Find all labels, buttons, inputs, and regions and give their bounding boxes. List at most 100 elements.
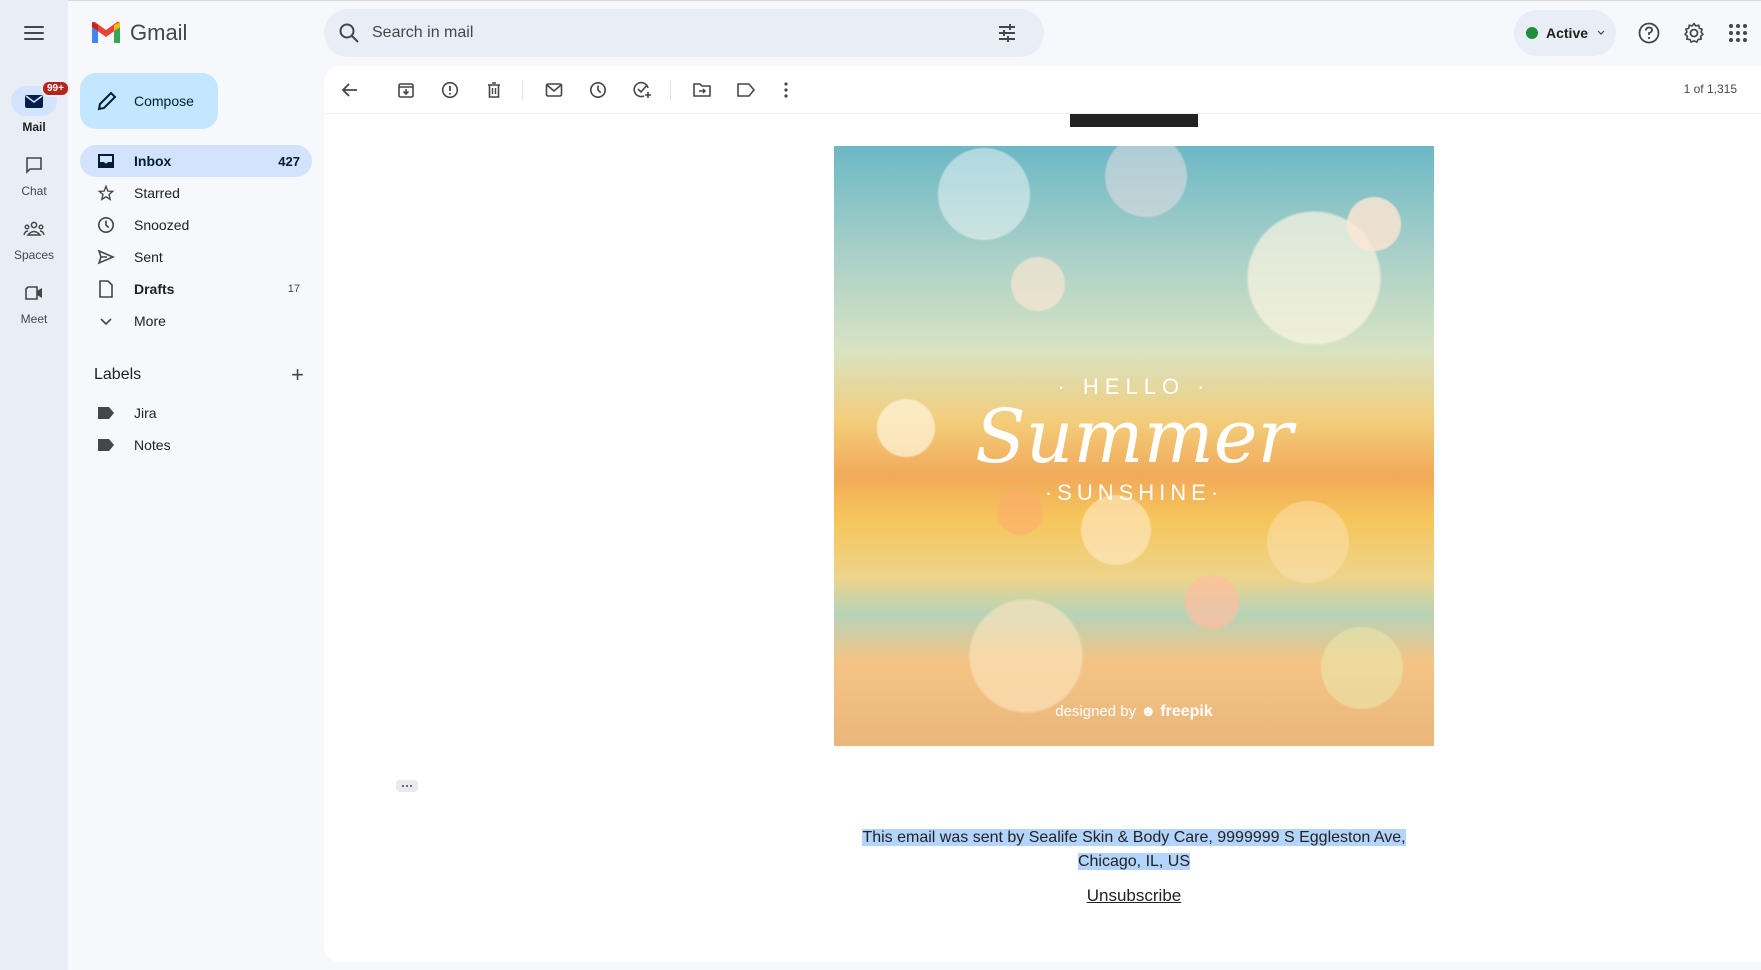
draft-icon — [99, 280, 113, 298]
move-folder-icon — [693, 83, 711, 97]
hero-credit: designed by ☻ freepik — [834, 703, 1434, 721]
search-icon[interactable] — [338, 22, 360, 44]
create-label-button[interactable]: + — [291, 364, 304, 386]
nav-item-inbox[interactable]: Inbox 427 — [80, 145, 312, 177]
nav-label-drafts: Drafts — [134, 281, 175, 297]
chevron-down-icon — [1597, 30, 1605, 35]
report-spam-button[interactable] — [438, 78, 462, 102]
nav-item-starred[interactable]: Starred — [80, 177, 312, 209]
message-view: 1 of 1,315 · HELLO · Summer ·SUNSHINE· d… — [324, 66, 1761, 962]
back-button[interactable] — [338, 78, 362, 102]
toolbar-divider — [522, 80, 523, 100]
star-icon — [97, 184, 115, 201]
spam-icon — [441, 81, 459, 99]
chat-icon — [26, 157, 42, 174]
drafts-count: 17 — [287, 283, 300, 295]
gmail-m-icon — [92, 21, 120, 43]
nav-item-drafts[interactable]: Drafts 17 — [80, 273, 312, 305]
archive-button[interactable] — [394, 78, 418, 102]
hero-sunshine-text: ·SUNSHINE· — [1044, 480, 1224, 505]
email-hero-image: · HELLO · Summer ·SUNSHINE· designed by … — [834, 146, 1434, 746]
arrow-left-icon — [341, 83, 357, 97]
freepik-logo-icon: ☻ — [1140, 703, 1157, 720]
pencil-icon — [97, 91, 117, 111]
rail-label-meet: Meet — [20, 312, 48, 326]
clock-icon — [589, 81, 607, 99]
window-top-border — [0, 0, 1761, 1]
settings-button[interactable] — [1680, 19, 1708, 47]
status-dot — [1526, 27, 1538, 39]
snooze-button[interactable] — [586, 78, 610, 102]
rail-label-mail: Mail — [22, 120, 46, 134]
app-rail: 99+ Mail Chat Spaces Meet — [0, 0, 70, 970]
labels-title: Labels — [94, 366, 142, 383]
help-icon — [1638, 22, 1660, 44]
unsubscribe-link[interactable]: Unsubscribe — [1087, 886, 1182, 905]
compose-button[interactable]: Compose — [80, 73, 218, 129]
help-button[interactable] — [1635, 19, 1663, 47]
inbox-count: 427 — [278, 153, 300, 169]
label-icon — [737, 83, 756, 97]
meet-icon — [25, 286, 42, 300]
more-vert-icon — [784, 82, 788, 98]
label-item-jira[interactable]: Jira — [80, 397, 312, 429]
nav-item-more[interactable]: More — [80, 305, 312, 337]
delete-button[interactable] — [482, 78, 506, 102]
archive-icon — [398, 83, 414, 98]
spaces-icon — [23, 221, 45, 236]
unsubscribe-container: Unsubscribe — [834, 886, 1434, 906]
search-input[interactable] — [372, 24, 996, 42]
status-label: Active — [1546, 25, 1589, 41]
footer-address-line1: This email was sent by Sealife Skin & Bo… — [862, 829, 1406, 846]
label-name-jira: Jira — [134, 405, 157, 421]
email-footer: This email was sent by Sealife Skin & Bo… — [834, 826, 1434, 874]
hero-summer-text: Summer — [975, 394, 1293, 480]
labels-list: Jira Notes — [80, 397, 312, 461]
labels-header: Labels + — [94, 364, 304, 386]
mark-unread-button[interactable] — [542, 78, 566, 102]
status-dropdown[interactable]: Active — [1514, 10, 1616, 56]
rail-label-spaces: Spaces — [13, 248, 55, 262]
search-bar — [324, 9, 1044, 57]
rail-item-chat[interactable]: Chat — [0, 150, 68, 198]
rail-item-meet[interactable]: Meet — [0, 278, 68, 326]
search-options-icon[interactable] — [996, 22, 1018, 44]
trash-icon — [488, 82, 500, 98]
send-icon — [97, 249, 115, 265]
nav-item-sent[interactable]: Sent — [80, 241, 312, 273]
move-to-button[interactable] — [690, 78, 714, 102]
nav-label-sent: Sent — [134, 249, 163, 265]
apps-grid-icon — [1729, 24, 1747, 42]
label-item-notes[interactable]: Notes — [80, 429, 312, 461]
envelope-icon — [545, 83, 563, 97]
label-tag-icon — [98, 407, 114, 419]
footer-address-line2: Chicago, IL, US — [1077, 853, 1191, 870]
credit-brand: freepik — [1160, 703, 1213, 720]
folder-nav: Inbox 427 Starred Snoozed Sent Drafts 17… — [80, 145, 312, 337]
nav-label-inbox: Inbox — [134, 153, 172, 169]
add-to-tasks-button[interactable] — [630, 78, 654, 102]
email-header-bar — [1070, 114, 1198, 127]
rail-label-chat: Chat — [21, 184, 47, 198]
credit-prefix: designed by — [1055, 703, 1137, 720]
main-menu-button[interactable] — [20, 22, 48, 44]
nav-label-more: More — [134, 313, 166, 329]
labels-button[interactable] — [734, 78, 758, 102]
app-name: Gmail — [130, 20, 188, 45]
compose-label: Compose — [134, 93, 194, 109]
message-toolbar: 1 of 1,315 — [324, 66, 1761, 114]
gmail-logo[interactable]: Gmail — [90, 20, 187, 46]
clock-icon — [97, 216, 115, 234]
pagination-count: 1 of 1,315 — [1683, 82, 1737, 96]
apps-button[interactable] — [1724, 19, 1752, 47]
rail-item-mail[interactable]: 99+ Mail — [0, 80, 70, 134]
add-task-icon — [633, 81, 651, 98]
more-actions-button[interactable] — [774, 78, 798, 102]
gear-icon — [1684, 22, 1704, 43]
show-trimmed-content-button[interactable] — [396, 780, 418, 792]
nav-item-snoozed[interactable]: Snoozed — [80, 209, 312, 241]
nav-label-snoozed: Snoozed — [134, 217, 190, 233]
mail-icon — [25, 95, 43, 108]
rail-item-spaces[interactable]: Spaces — [0, 214, 68, 262]
label-tag-icon — [98, 439, 114, 451]
